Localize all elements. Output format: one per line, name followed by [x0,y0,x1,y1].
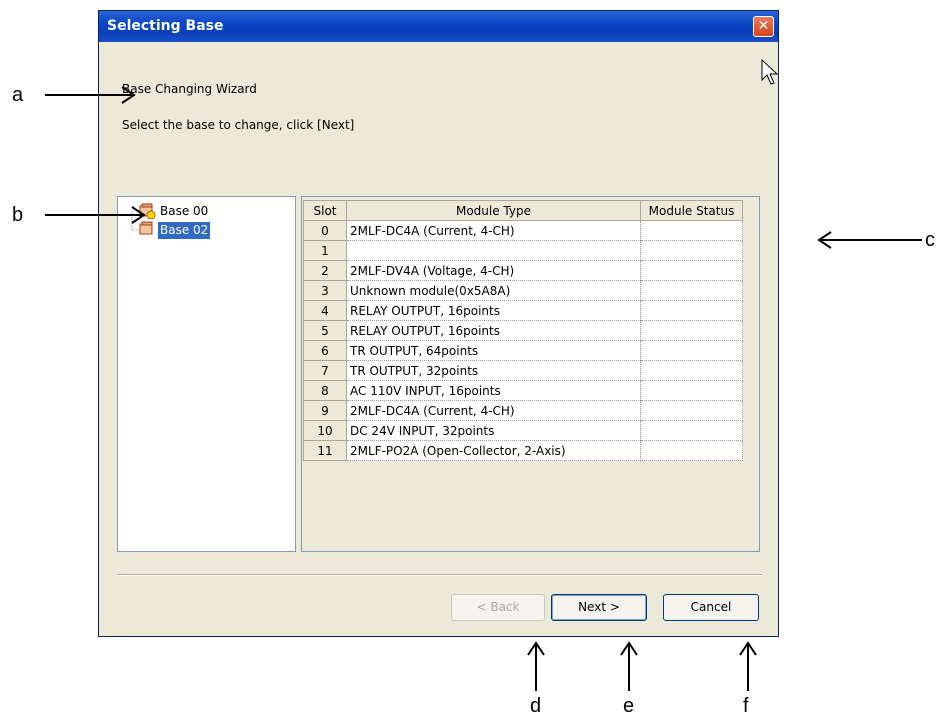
annotation-e: e [623,695,635,717]
annotation-f: f [743,695,749,717]
annotation-arrows [45,86,922,691]
annotation-d: d [530,695,542,717]
annotation-a: a [12,84,24,106]
annotation-c: c [925,229,935,251]
annotation-b: b [12,204,24,226]
